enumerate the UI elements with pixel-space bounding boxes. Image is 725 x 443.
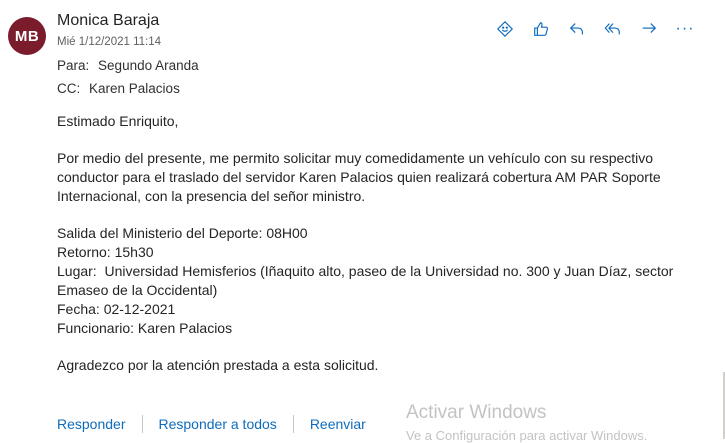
sticker-button[interactable] bbox=[487, 15, 523, 43]
reply-all-button[interactable] bbox=[595, 15, 631, 43]
reply-all-link[interactable]: Responder a todos bbox=[159, 416, 277, 432]
forward-link[interactable]: Reenviar bbox=[310, 416, 366, 432]
sender-name[interactable]: Monica Baraja bbox=[57, 12, 159, 30]
more-icon: ··· bbox=[675, 20, 695, 37]
activation-watermark: Activar Windows Ve a Configuración para … bbox=[406, 402, 647, 443]
divider bbox=[141, 415, 143, 433]
reply-icon bbox=[569, 23, 583, 35]
detail-date: Fecha: 02-12-2021 bbox=[57, 301, 176, 317]
like-button[interactable] bbox=[523, 15, 559, 43]
reply-all-icon bbox=[604, 23, 620, 35]
body-paragraph: Por medio del presente, me permito solic… bbox=[57, 150, 661, 204]
detail-departure: Salida del Ministerio del Deporte: 08H00 bbox=[57, 225, 308, 241]
reply-link[interactable]: Responder bbox=[57, 416, 126, 432]
greeting: Estimado Enriquito, bbox=[57, 113, 179, 129]
message-toolbar: ··· bbox=[487, 15, 703, 43]
sent-date: Mié 1/12/2021 11:14 bbox=[57, 36, 162, 48]
detail-return: Retorno: 15h30 bbox=[57, 244, 154, 260]
cc-recipient[interactable]: Karen Palacios bbox=[89, 81, 180, 96]
watermark-subtitle: Ve a Configuración para activar Windows. bbox=[406, 428, 648, 443]
cc-label: CC: bbox=[57, 81, 81, 96]
sender-avatar[interactable]: MB bbox=[8, 17, 46, 55]
message-body: Estimado Enriquito, Por medio del presen… bbox=[57, 112, 707, 375]
detail-official: Funcionario: Karen Palacios bbox=[57, 320, 233, 336]
forward-icon bbox=[642, 23, 657, 34]
to-recipient[interactable]: Segundo Aranda bbox=[98, 58, 199, 73]
detail-location: Lugar: Universidad Hemisferios (Iñaquito… bbox=[57, 263, 678, 298]
reply-actions: Responder Responder a todos Reenviar bbox=[57, 415, 366, 433]
watermark-title: Activar Windows bbox=[406, 402, 547, 423]
cc-line: CC: Karen Palacios bbox=[57, 81, 180, 96]
more-actions-button[interactable]: ··· bbox=[667, 15, 703, 43]
to-line: Para: Segundo Aranda bbox=[57, 58, 199, 73]
like-icon bbox=[534, 22, 548, 36]
to-label: Para: bbox=[57, 58, 90, 73]
divider bbox=[292, 415, 294, 433]
closing: Agradezco por la atención prestada a est… bbox=[57, 357, 379, 373]
forward-button[interactable] bbox=[631, 15, 667, 43]
sticker-icon bbox=[496, 20, 514, 38]
reply-button[interactable] bbox=[559, 15, 595, 43]
